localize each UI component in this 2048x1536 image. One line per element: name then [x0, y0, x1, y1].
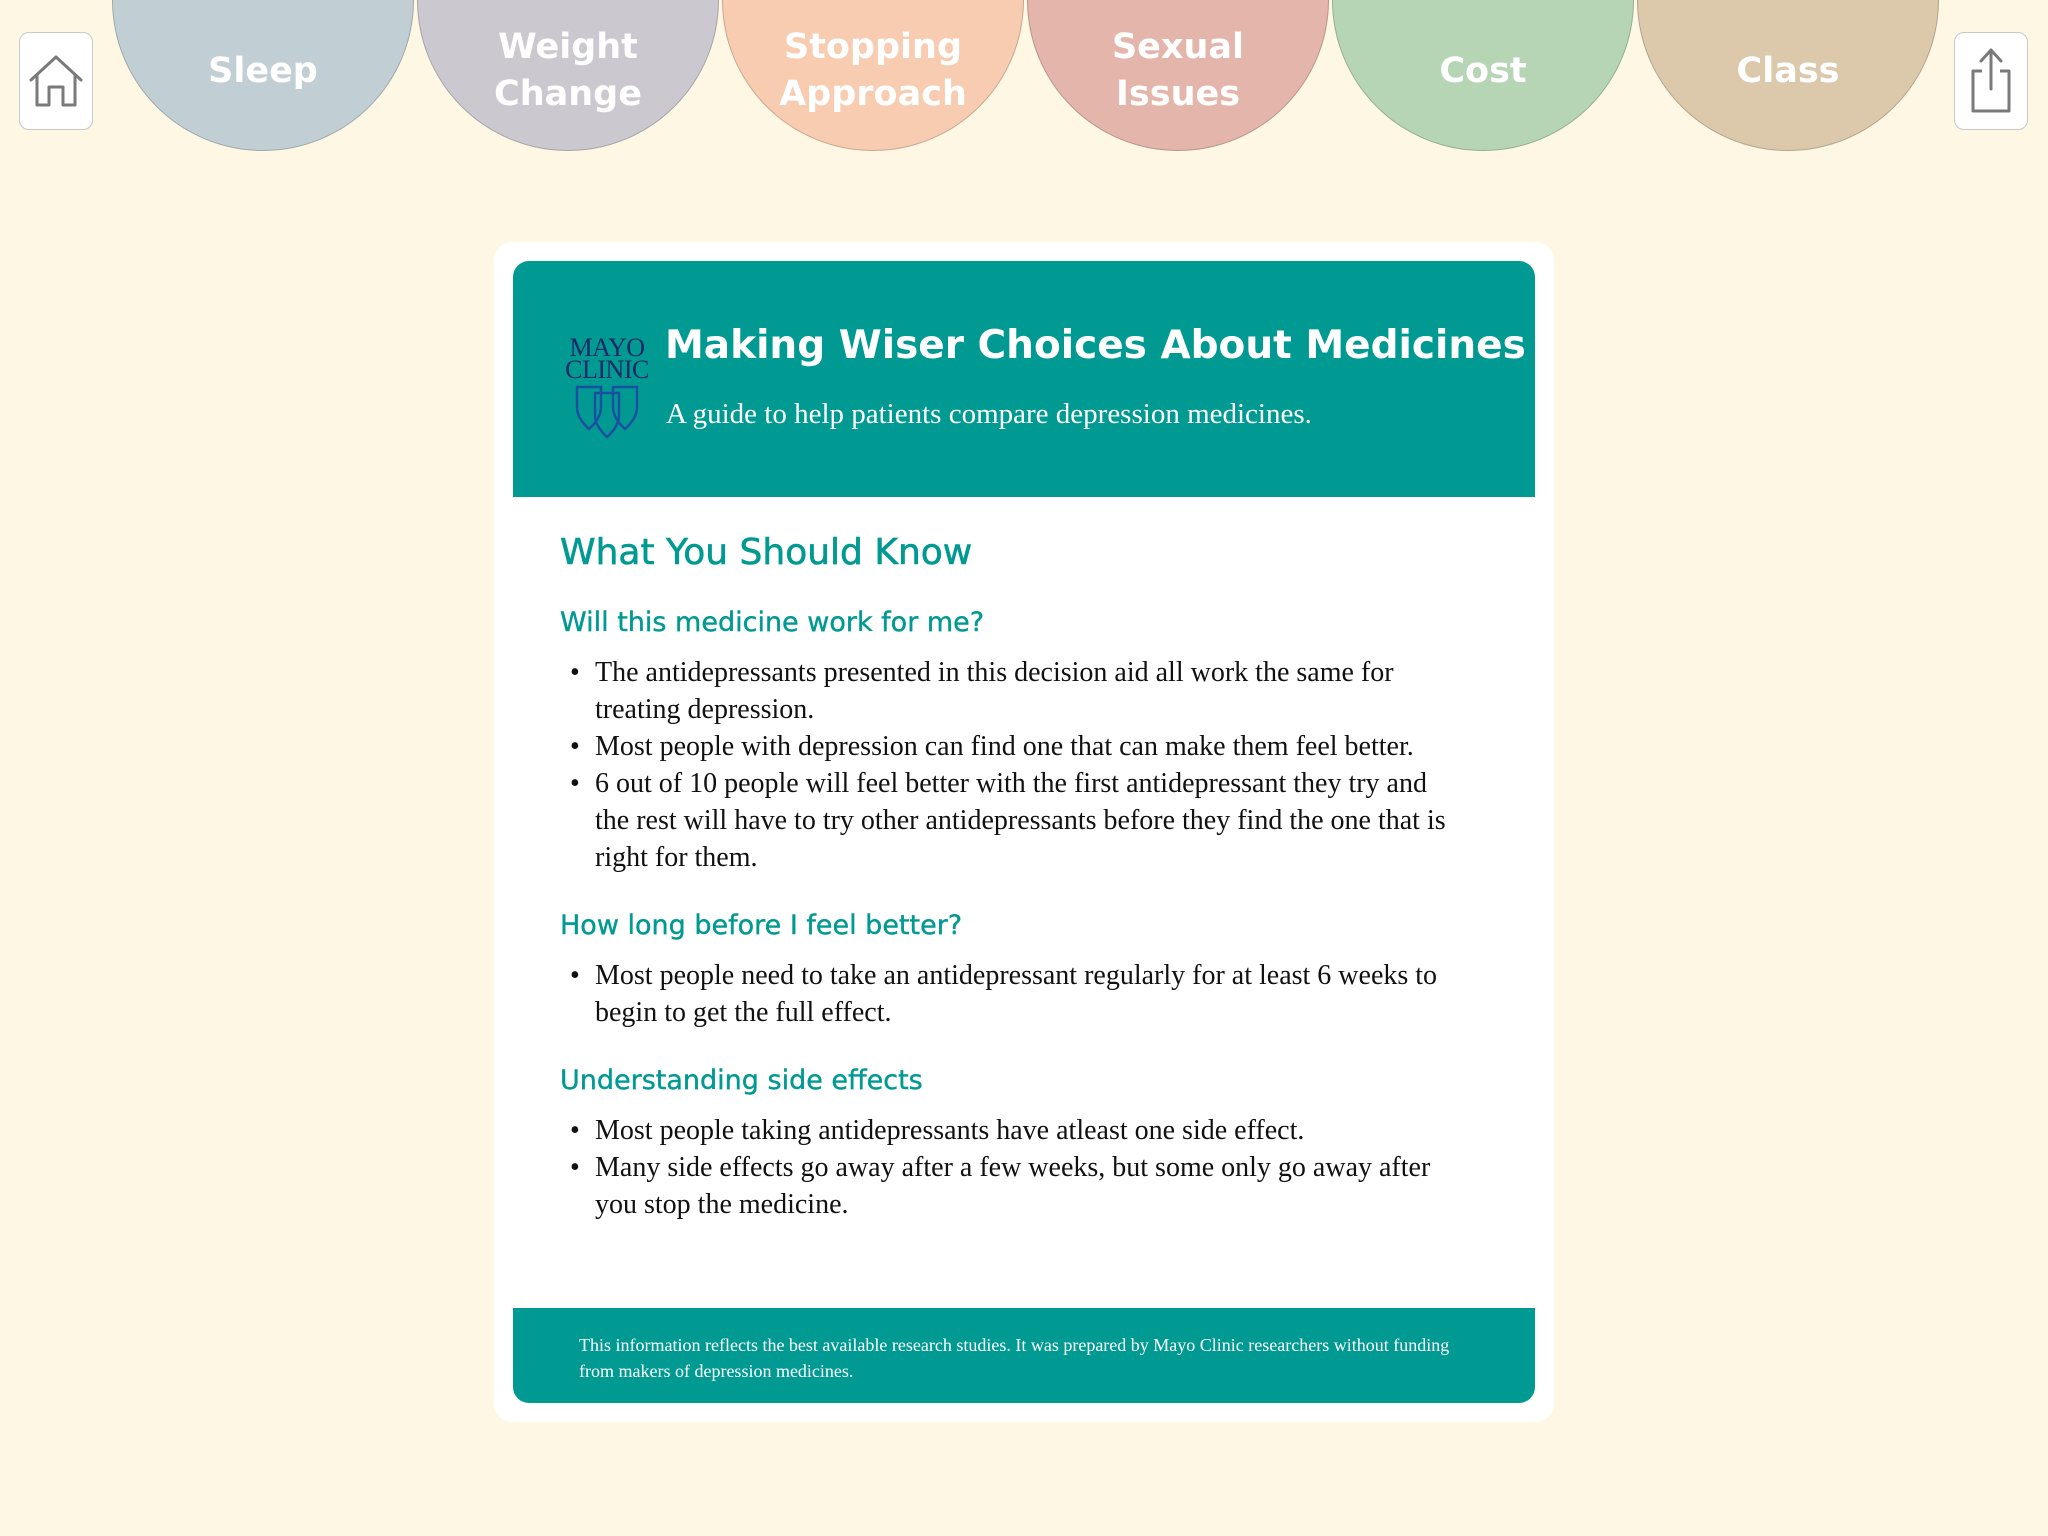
list-item: Most people need to take an antidepressa…: [560, 957, 1460, 1031]
page-title: Making Wiser Choices About Medicines: [665, 323, 1526, 368]
list-item: Most people taking antidepressants have …: [560, 1112, 1460, 1149]
page-subtitle: A guide to help patients compare depress…: [666, 398, 1312, 430]
tab-stopping-approach[interactable]: Stopping Approach: [722, 0, 1024, 151]
tab-sexual-issues[interactable]: Sexual Issues: [1027, 0, 1329, 151]
tab-label: Sexual Issues: [1111, 27, 1245, 114]
tab-sleep[interactable]: Sleep: [112, 0, 414, 151]
timing-list: Most people need to take an antidepressa…: [560, 957, 1460, 1031]
tab-label: Cost: [1439, 50, 1527, 91]
tab-label: Weight Change: [494, 27, 642, 114]
section-heading-effectiveness: Will this medicine work for me?: [560, 607, 985, 638]
list-item: The antidepressants presented in this de…: [560, 654, 1460, 728]
list-item: 6 out of 10 people will feel better with…: [560, 765, 1460, 876]
side-effects-list: Most people taking antidepressants have …: [560, 1112, 1460, 1223]
section-heading-side-effects: Understanding side effects: [560, 1065, 923, 1096]
effectiveness-list: The antidepressants presented in this de…: [560, 654, 1460, 876]
shield-icon: [575, 385, 639, 439]
section-heading-timing: How long before I feel better?: [560, 910, 963, 941]
home-icon: [29, 55, 83, 107]
home-button[interactable]: [19, 32, 93, 130]
list-item: Most people with depression can find one…: [560, 728, 1460, 765]
tab-cost[interactable]: Cost: [1332, 0, 1634, 151]
share-button[interactable]: [1954, 32, 2028, 130]
logo-text-clinic: CLINIC: [565, 355, 649, 384]
tab-weight-change[interactable]: Weight Change: [417, 0, 719, 151]
content-area: What You Should Know Will this medicine …: [560, 532, 1460, 1257]
tab-label: Stopping Approach: [779, 27, 967, 114]
tab-class[interactable]: Class: [1637, 0, 1939, 151]
share-icon: [1971, 48, 2011, 113]
mayo-clinic-logo: MAYO CLINIC: [559, 335, 655, 445]
list-item: Many side effects go away after a few we…: [560, 1149, 1460, 1223]
section-heading-main: What You Should Know: [560, 532, 973, 574]
info-card: MAYO CLINIC Making Wiser Choices About M…: [494, 242, 1554, 1422]
footer-disclaimer: This information reflects the best avail…: [579, 1335, 1450, 1381]
footer-banner: This information reflects the best avail…: [513, 1308, 1535, 1403]
header-banner: MAYO CLINIC Making Wiser Choices About M…: [513, 261, 1535, 497]
tab-label: Class: [1736, 50, 1840, 91]
tab-label: Sleep: [208, 50, 318, 91]
